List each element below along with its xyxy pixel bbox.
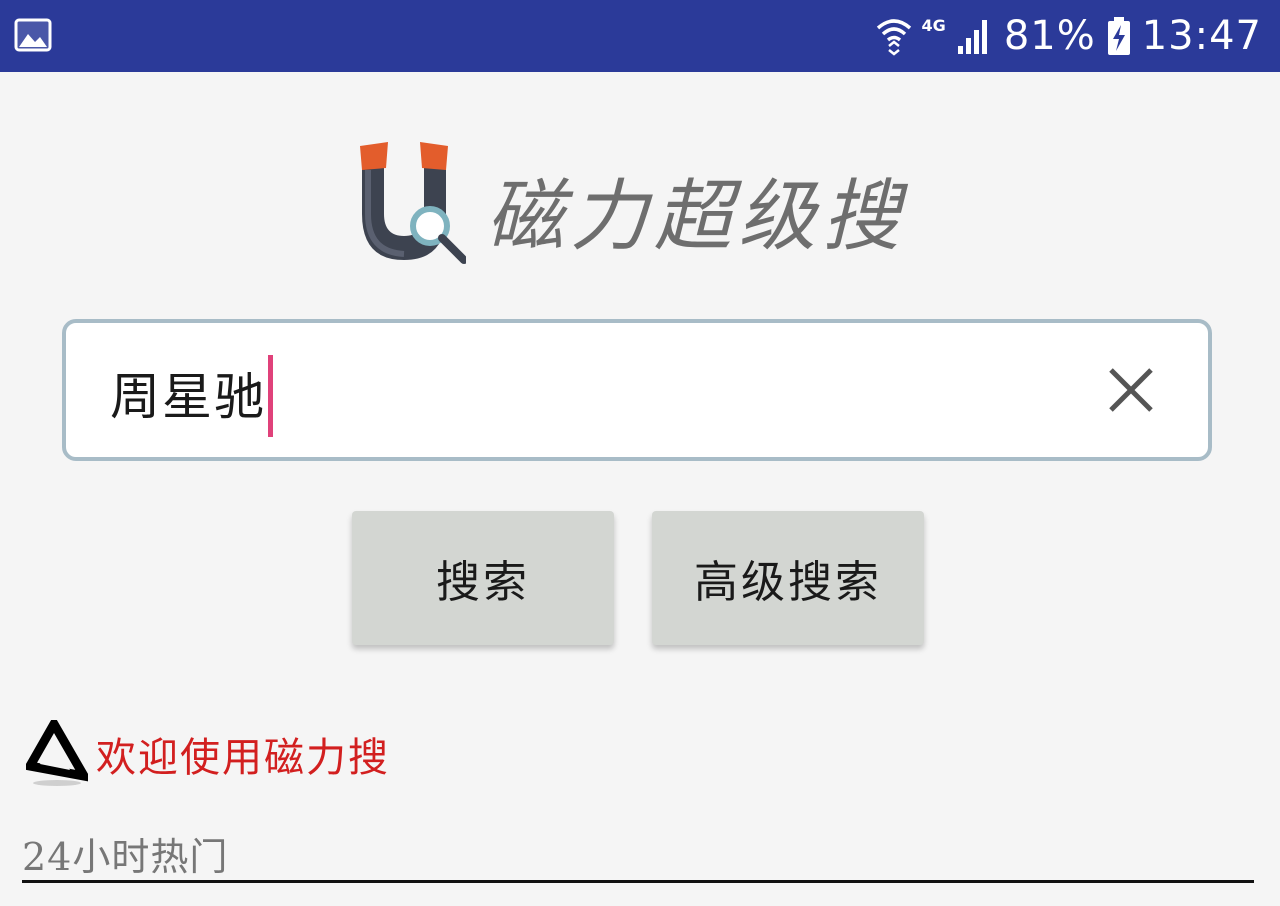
wifi-icon (876, 19, 911, 56)
status-bar: 4G 81% 13:47 (0, 0, 1280, 72)
hot-24h-heading: 24小时热门 (22, 835, 229, 879)
triangle-logo-icon (26, 720, 88, 786)
advanced-search-button[interactable]: 高级搜索 (652, 511, 924, 645)
app-logo: 磁力超级搜 (340, 132, 960, 272)
search-input[interactable]: 周星驰 (62, 319, 1212, 461)
network-type-label: 4G (921, 16, 946, 35)
close-icon[interactable] (1102, 361, 1160, 419)
divider (22, 880, 1254, 883)
magnet-search-icon (360, 142, 466, 264)
app-title: 磁力超级搜 (486, 172, 907, 262)
battery-charging-icon (1107, 17, 1130, 55)
battery-percent: 81% (1003, 13, 1096, 59)
search-button-label: 搜索 (436, 557, 530, 608)
search-query-text: 周星驰 (110, 368, 266, 426)
search-button[interactable]: 搜索 (352, 511, 614, 645)
search-input-value[interactable]: 周星驰 (110, 355, 273, 437)
status-right-cluster: 4G 81% 13:47 (876, 0, 1262, 72)
advanced-search-button-label: 高级搜索 (694, 557, 882, 608)
signal-icon (957, 20, 987, 54)
gallery-icon (14, 18, 52, 52)
text-caret (268, 355, 273, 437)
clock: 13:47 (1141, 13, 1262, 59)
welcome-banner: 欢迎使用磁力搜 (26, 718, 390, 790)
welcome-text: 欢迎使用磁力搜 (96, 735, 390, 781)
